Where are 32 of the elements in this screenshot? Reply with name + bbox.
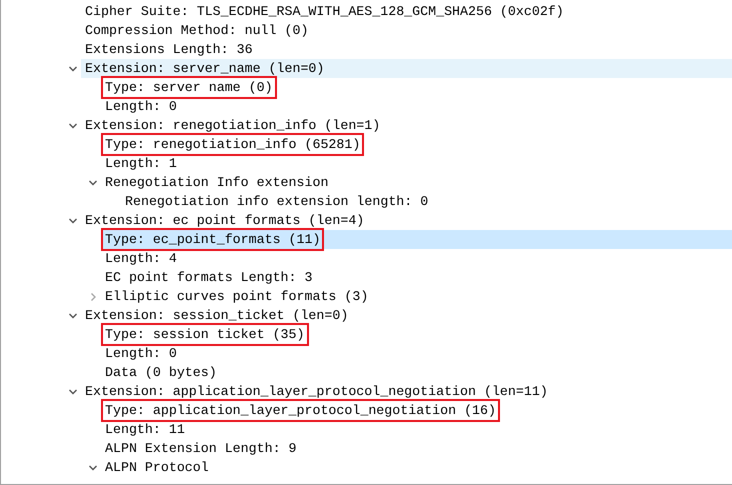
tree-item[interactable]: Type: server name (0) xyxy=(101,78,732,97)
tree-item[interactable]: EC point formats Length: 3 xyxy=(101,268,732,287)
chevron-down-icon[interactable] xyxy=(68,216,78,226)
tree-item[interactable]: Type: application_layer_protocol_negotiation (16) xyxy=(101,401,732,420)
tree-item[interactable]: Length: 0 xyxy=(101,97,732,116)
chevron-down-icon[interactable] xyxy=(88,178,98,188)
tree-item[interactable]: Elliptic curves point formats (3) xyxy=(101,287,732,306)
chevron-down-icon[interactable] xyxy=(68,310,78,320)
tree-item[interactable]: Cipher Suite: TLS_ECDHE_RSA_WITH_AES_128_GCM_SHA256 (0xc02f) xyxy=(81,2,732,21)
tree-item[interactable]: Extension: server_name (len=0) xyxy=(81,59,732,78)
tree-item[interactable]: ALPN Protocol xyxy=(101,458,732,477)
chevron-down-icon[interactable] xyxy=(88,462,98,472)
tree-item[interactable]: Length: 4 xyxy=(101,249,732,268)
chevron-down-icon[interactable] xyxy=(68,64,78,74)
tree-item[interactable]: Extension: renegotiation_info (len=1) xyxy=(81,116,732,135)
tree-item[interactable]: Extensions Length: 36 xyxy=(81,40,732,59)
chevron-down-icon[interactable] xyxy=(68,120,78,130)
tree-item[interactable]: Length: 0 xyxy=(101,344,732,363)
tree-item[interactable]: Type: ec_point_formats (11) xyxy=(101,230,732,249)
tree-item[interactable]: Renegotiation Info extension xyxy=(101,173,732,192)
chevron-down-icon[interactable] xyxy=(68,386,78,396)
tree-item[interactable]: ALPN Extension Length: 9 xyxy=(101,439,732,458)
tree-item[interactable]: Length: 1 xyxy=(101,154,732,173)
tree-item[interactable]: Compression Method: null (0) xyxy=(81,21,732,40)
tree-item[interactable]: Type: session ticket (35) xyxy=(101,325,732,344)
tree-item[interactable]: Extension: session_ticket (len=0) xyxy=(81,306,732,325)
tree-item[interactable]: Data (0 bytes) xyxy=(101,363,732,382)
tree-item[interactable]: Renegotiation info extension length: 0 xyxy=(121,192,732,211)
tree-item[interactable]: Type: renegotiation_info (65281) xyxy=(101,135,732,154)
tree-item[interactable]: Extension: ec point formats (len=4) xyxy=(81,211,732,230)
tree-item[interactable]: Length: 11 xyxy=(101,420,732,439)
tree-item[interactable]: Extension: application_layer_protocol_negotiation (len=11) xyxy=(81,382,732,401)
